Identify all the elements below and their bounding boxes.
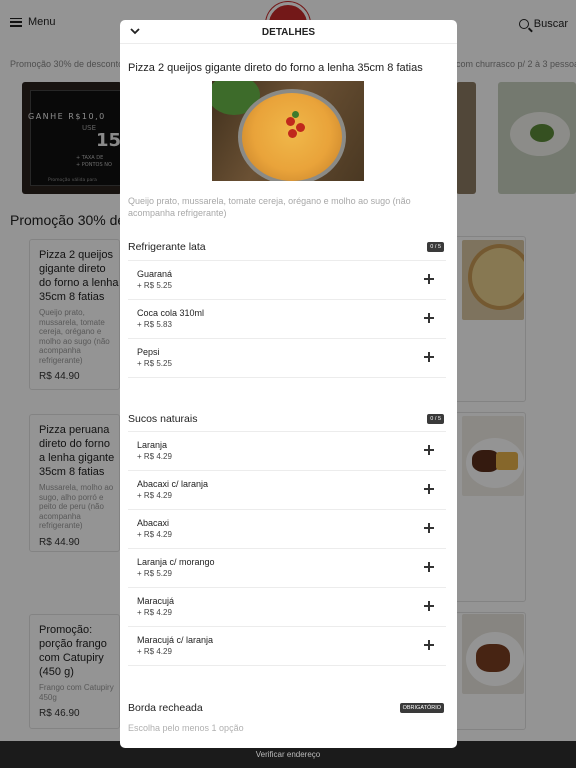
plus-icon[interactable]	[424, 313, 434, 323]
option-row[interactable]: Coca cola 310ml + R$ 5.83	[128, 299, 446, 338]
details-modal: DETALHES Pizza 2 queijos gigante direto …	[120, 20, 457, 748]
group-rule-text: Escolha pelo menos 1 opção	[128, 723, 244, 733]
option-price: + R$ 5.83	[137, 320, 172, 329]
option-row[interactable]: Laranja + R$ 4.29	[128, 431, 446, 470]
option-row[interactable]: Laranja c/ morango + R$ 5.29	[128, 548, 446, 587]
option-name: Laranja	[137, 440, 168, 450]
option-name: Laranja c/ morango	[137, 557, 215, 567]
option-row[interactable]: Pepsi + R$ 5.25	[128, 338, 446, 377]
option-price: + R$ 4.29	[137, 647, 172, 656]
selection-count-badge: 0 / 5	[427, 414, 444, 424]
option-name: Guaraná	[137, 269, 173, 279]
plus-icon[interactable]	[424, 562, 434, 572]
product-title: Pizza 2 queijos gigante direto do forno …	[128, 62, 423, 74]
option-name: Abacaxi	[137, 518, 170, 528]
group-header-borda: Borda recheada OBRIGATÓRIO	[128, 702, 446, 716]
option-price: + R$ 4.29	[137, 452, 172, 461]
group-title: Borda recheada	[128, 702, 203, 714]
plus-icon[interactable]	[424, 274, 434, 284]
option-name: Coca cola 310ml	[137, 308, 205, 318]
plus-icon[interactable]	[424, 601, 434, 611]
option-name: Pepsi	[137, 347, 160, 357]
plus-icon[interactable]	[424, 352, 434, 362]
plus-icon[interactable]	[424, 640, 434, 650]
verify-address-label: Verificar endereço	[255, 750, 321, 759]
option-row[interactable]: Maracujá c/ laranja + R$ 4.29	[128, 626, 446, 665]
group-title: Sucos naturais	[128, 413, 198, 425]
divider	[128, 665, 446, 666]
option-name: Maracujá	[137, 596, 175, 606]
plus-icon[interactable]	[424, 523, 434, 533]
option-price: + R$ 5.29	[137, 569, 172, 578]
option-name: Maracujá c/ laranja	[137, 635, 214, 645]
product-description: Queijo prato, mussarela, tomate cereja, …	[128, 196, 411, 218]
group-header-refrigerante: Refrigerante lata 0 / 5	[128, 241, 446, 255]
plus-icon[interactable]	[424, 445, 434, 455]
group-header-sucos: Sucos naturais 0 / 5	[128, 413, 446, 427]
modal-title: DETALHES	[261, 27, 316, 38]
option-row[interactable]: Guaraná + R$ 5.25	[128, 260, 446, 299]
product-image	[212, 81, 364, 181]
option-name: Abacaxi c/ laranja	[137, 479, 209, 489]
divider	[128, 377, 446, 378]
option-row[interactable]: Abacaxi c/ laranja + R$ 4.29	[128, 470, 446, 509]
option-price: + R$ 5.25	[137, 281, 172, 290]
option-price: + R$ 4.29	[137, 608, 172, 617]
option-row[interactable]: Abacaxi + R$ 4.29	[128, 509, 446, 548]
option-price: + R$ 5.25	[137, 359, 172, 368]
plus-icon[interactable]	[424, 484, 434, 494]
modal-header: DETALHES	[120, 20, 457, 44]
selection-count-badge: 0 / 5	[427, 242, 444, 252]
group-title: Refrigerante lata	[128, 241, 206, 253]
required-badge: OBRIGATÓRIO	[399, 703, 444, 713]
option-price: + R$ 4.29	[137, 530, 172, 539]
option-price: + R$ 4.29	[137, 491, 172, 500]
option-row[interactable]: Maracujá + R$ 4.29	[128, 587, 446, 626]
